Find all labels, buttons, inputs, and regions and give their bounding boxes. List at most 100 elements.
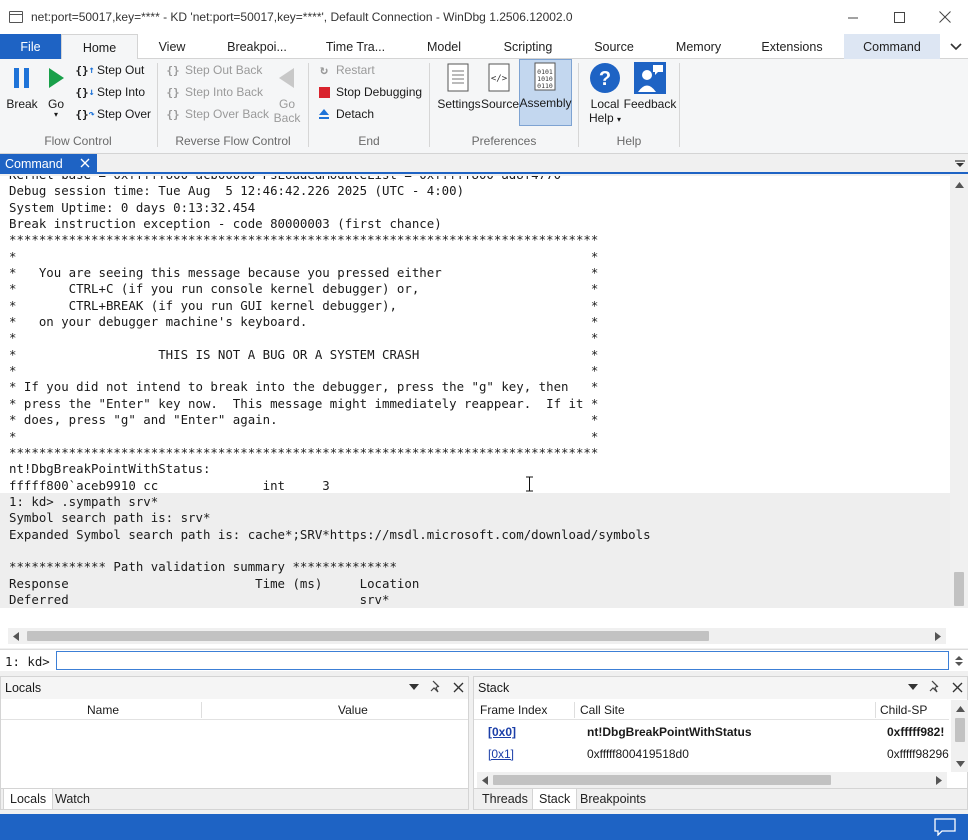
go-back-button[interactable]: Go Back (270, 61, 304, 125)
scroll-up-arrow-icon[interactable] (951, 700, 968, 717)
command-vertical-scrollbar[interactable] (950, 176, 968, 626)
command-window-tab[interactable]: Command (0, 154, 97, 174)
tab-breakpoints[interactable]: Breakpoi... (206, 34, 308, 59)
stack-row[interactable]: [0x1] 0xfffff800419518d0 0xfffff98296 (475, 743, 950, 765)
panel-menu-icon[interactable] (409, 683, 419, 691)
assembly-button[interactable]: 0101 1010 0110 Assembly (519, 59, 572, 126)
tab-time-travel[interactable]: Time Tra... (308, 34, 403, 59)
tab-extensions[interactable]: Extensions (740, 34, 844, 59)
tab-watch[interactable]: Watch (49, 789, 96, 809)
step-out-button[interactable]: {} ↑ Step Out (75, 60, 145, 80)
scroll-left-arrow-icon[interactable] (477, 772, 493, 788)
tab-locals[interactable]: Locals (3, 789, 54, 809)
play-icon (40, 61, 72, 95)
ribbon-collapse-button[interactable] (948, 39, 964, 55)
source-button[interactable]: </> Source (481, 61, 519, 111)
spinner-arrows-icon (955, 656, 963, 666)
tab-command[interactable]: Command (844, 34, 940, 59)
source-code-icon: </> (484, 61, 516, 95)
tab-file[interactable]: File (0, 34, 61, 59)
tab-home[interactable]: Home (61, 34, 138, 60)
tab-breakpoints-panel[interactable]: Breakpoints (574, 789, 652, 809)
tab-scripting[interactable]: Scripting (485, 34, 571, 59)
stack-row[interactable]: [0x0] nt!DbgBreakPointWithStatus 0xfffff… (475, 721, 950, 743)
close-panel-icon[interactable] (453, 682, 464, 693)
minimize-button[interactable] (830, 0, 876, 34)
command-input-spinner[interactable] (952, 651, 966, 670)
tab-threads[interactable]: Threads (476, 789, 534, 809)
close-panel-icon[interactable] (952, 682, 963, 693)
settings-button[interactable]: Settings (436, 61, 482, 111)
step-over-button[interactable]: {} ↷ Step Over (75, 104, 151, 124)
command-input[interactable] (56, 651, 949, 670)
column-divider[interactable] (574, 702, 575, 718)
stop-debugging-button[interactable]: Stop Debugging (315, 82, 422, 102)
stack-panel-title: Stack (478, 681, 510, 695)
step-into-button[interactable]: {} ↓ Step Into (75, 82, 145, 102)
stack-frame-link[interactable]: [0x0] (488, 725, 516, 739)
pin-icon[interactable] (928, 680, 942, 694)
scroll-left-arrow-icon[interactable] (8, 628, 24, 644)
step-into-back-icon: {} (166, 85, 180, 99)
status-bar (0, 814, 968, 840)
hscroll-thumb[interactable] (493, 775, 831, 785)
locals-col-value[interactable]: Value (338, 703, 368, 717)
maximize-button[interactable] (876, 0, 922, 34)
stack-horizontal-scrollbar[interactable] (477, 772, 947, 788)
scroll-up-arrow-icon[interactable] (950, 176, 968, 193)
chat-feedback-icon[interactable] (934, 818, 956, 836)
local-help-label-1: Local (590, 97, 620, 111)
step-out-back-button[interactable]: {} Step Out Back (164, 60, 262, 80)
close-tab-icon[interactable] (79, 157, 91, 169)
column-divider[interactable] (201, 702, 202, 718)
tab-model[interactable]: Model (403, 34, 485, 59)
tab-list-dropdown-icon[interactable] (955, 160, 965, 168)
scroll-right-arrow-icon[interactable] (931, 772, 947, 788)
step-out-label: Step Out (97, 63, 145, 77)
step-out-back-icon: {} (166, 63, 180, 77)
stack-panel: Stack Frame Index Call Site Child-SP [0x… (473, 676, 968, 810)
command-output[interactable]: Kernel base = 0xfffff800`acb00000 PsLoad… (0, 176, 950, 608)
stack-vertical-scrollbar[interactable] (951, 700, 968, 772)
close-window-button[interactable] (922, 0, 968, 34)
break-button[interactable]: Break (4, 61, 40, 111)
tab-stack[interactable]: Stack (532, 789, 578, 809)
stack-col-frame-index[interactable]: Frame Index (480, 703, 547, 717)
tab-view[interactable]: View (138, 34, 206, 59)
restart-button[interactable]: ↻ Restart (315, 60, 375, 80)
pin-icon[interactable] (429, 680, 443, 694)
locals-col-name[interactable]: Name (87, 703, 119, 717)
command-horizontal-scrollbar[interactable] (8, 628, 946, 644)
step-over-back-button[interactable]: {} Step Over Back (164, 104, 269, 124)
hscroll-thumb[interactable] (27, 631, 709, 641)
tab-memory[interactable]: Memory (657, 34, 740, 59)
scroll-thumb[interactable] (955, 718, 965, 742)
local-help-button[interactable]: ? Local Help ▾ (583, 61, 627, 127)
maximize-icon (893, 11, 905, 23)
stack-col-child-sp[interactable]: Child-SP (880, 703, 927, 717)
output-line: nt!DbgBreakPointWithStatus: (9, 461, 211, 477)
local-help-dropdown-icon: ▾ (617, 115, 622, 124)
preferences-label: Preferences (471, 134, 537, 148)
step-into-back-button[interactable]: {} Step Into Back (164, 82, 263, 102)
svg-text:?: ? (599, 68, 611, 90)
output-line: ****************************************… (9, 444, 599, 460)
scroll-thumb[interactable] (954, 572, 964, 606)
output-line: * press the "Enter" key now. This messag… (9, 395, 599, 411)
stack-frame-link[interactable]: [0x1] (488, 747, 514, 761)
kd-prompt: 1: kd> (5, 654, 50, 669)
tab-source[interactable]: Source (571, 34, 657, 59)
local-help-label-2: Help (588, 111, 614, 125)
stack-col-call-site[interactable]: Call Site (580, 703, 625, 717)
output-line: Debug session time: Tue Aug 5 12:46:42.2… (9, 183, 465, 199)
scroll-down-arrow-icon[interactable] (951, 755, 968, 772)
stop-debugging-label: Stop Debugging (336, 85, 423, 99)
go-button[interactable]: Go ▾ (42, 61, 70, 119)
column-divider[interactable] (875, 702, 876, 718)
feedback-button[interactable]: Feedback (624, 61, 676, 111)
panel-menu-icon[interactable] (908, 683, 918, 691)
text-cursor-icon (526, 476, 533, 492)
detach-button[interactable]: Detach (315, 104, 374, 124)
locals-grid-header: Name Value (1, 700, 468, 720)
scroll-right-arrow-icon[interactable] (930, 628, 946, 644)
